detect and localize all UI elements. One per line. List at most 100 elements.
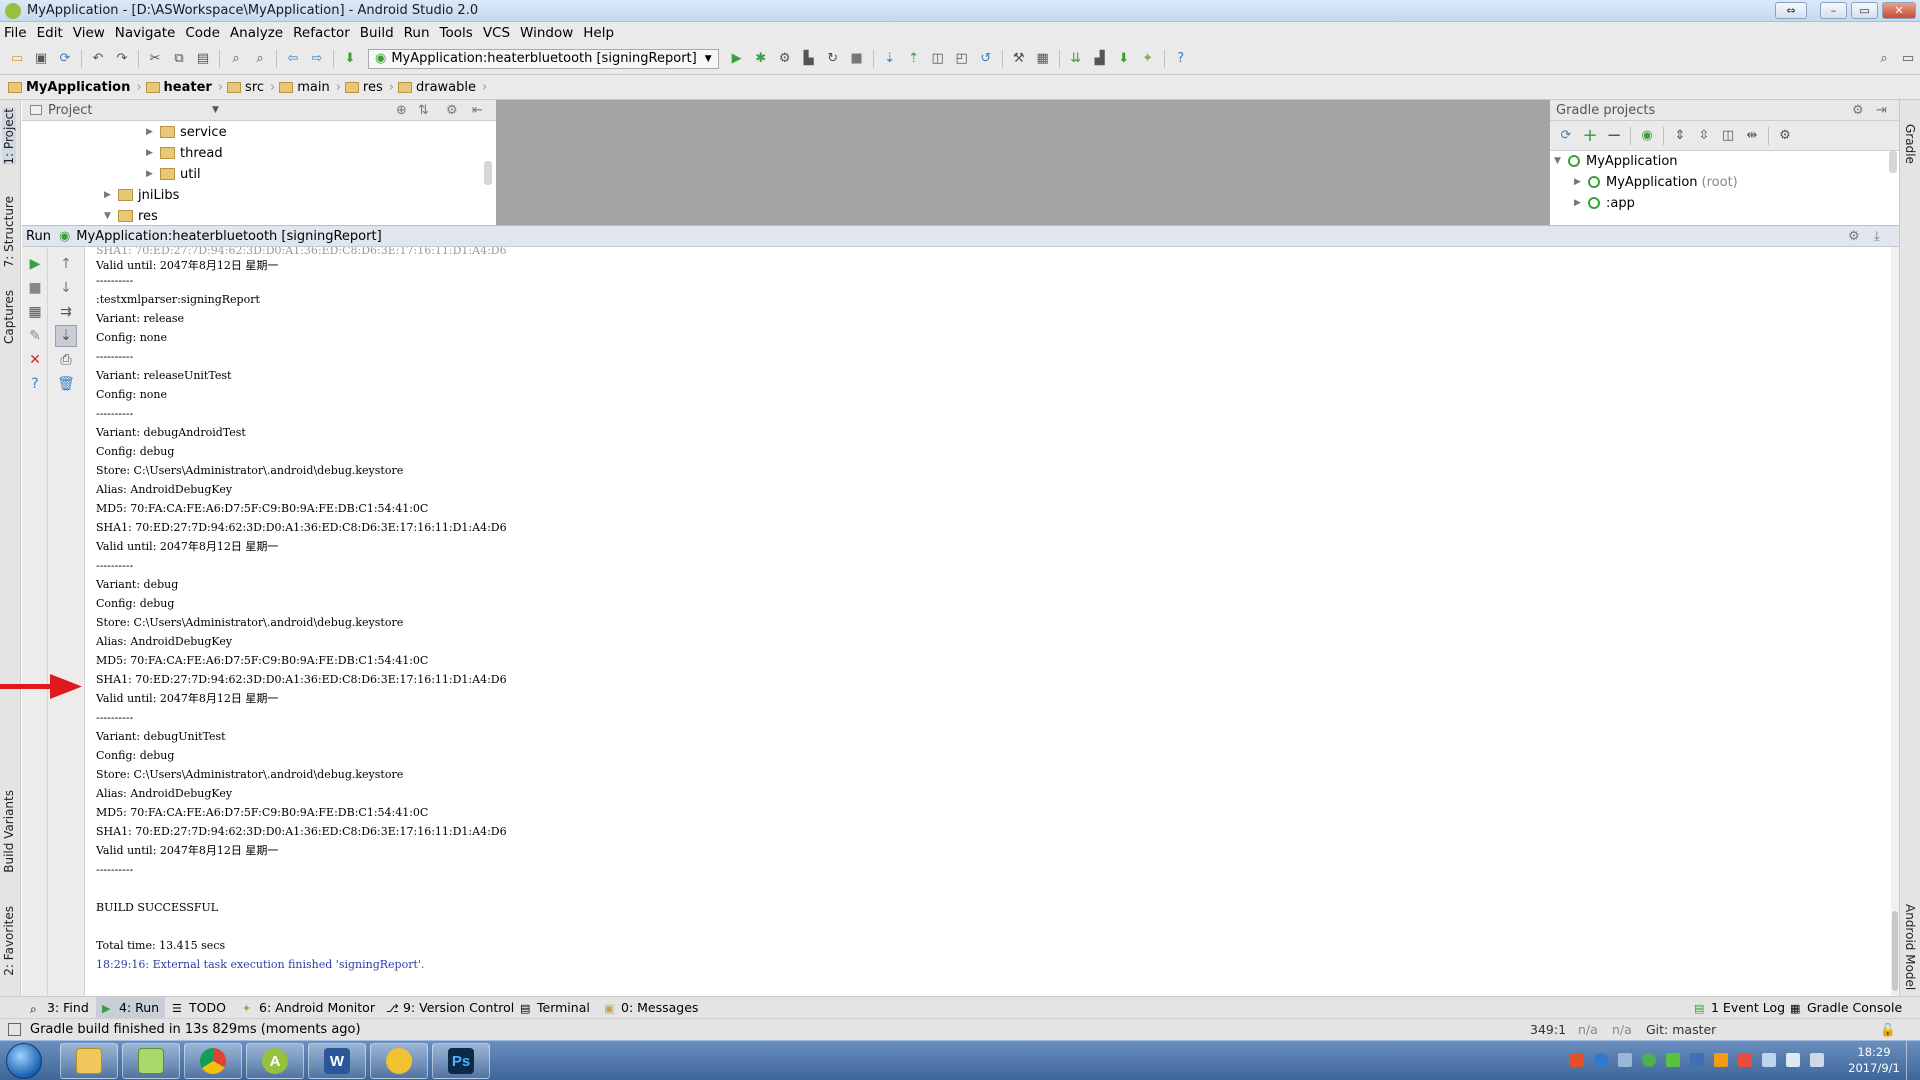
attach-debugger-icon[interactable]: ⚙ [776,50,794,68]
taskbar-notepad[interactable] [122,1043,180,1079]
breadcrumb-item-myapplication[interactable]: MyApplication › [8,80,142,95]
refresh-icon[interactable]: ⟳ [1557,127,1575,145]
tab-run[interactable]: ▶ 4: Run [96,997,166,1018]
hide-panel-icon[interactable]: ⤓ [1874,229,1880,244]
tab-structure[interactable]: 7: Structure [2,196,16,267]
tray-icon[interactable] [1642,1053,1656,1067]
tree-item-util[interactable]: ▶ util [146,164,201,184]
collapse-arrow-icon[interactable]: ▼ [1554,156,1568,166]
tab-messages[interactable]: ▣ 0: Messages [598,997,704,1018]
make-project-icon[interactable]: ⬇ [341,50,359,68]
menu-code[interactable]: Code [185,25,220,41]
restore-icon[interactable]: ⇔ [1775,2,1807,19]
gear-icon[interactable]: ⚙ [1848,229,1860,244]
hide-panel-icon[interactable]: ⇥ [1876,103,1887,118]
tree-item-thread[interactable]: ▶ thread [146,143,223,163]
hide-panel-icon[interactable]: ⇤ [472,103,483,118]
expand-arrow-icon[interactable]: ▶ [146,169,160,179]
breadcrumb-item-drawable[interactable]: drawable › [397,80,487,95]
rerun-icon[interactable]: ▶ [26,255,44,273]
gradle-sync-icon[interactable]: ⇊ [1067,50,1085,68]
gradle-item-root[interactable]: ▶ MyApplication (root) [1574,172,1738,192]
tray-icon[interactable] [1738,1053,1752,1067]
taskbar-explorer[interactable] [60,1043,118,1079]
help-icon[interactable]: ? [26,375,44,393]
vcs-revert-icon[interactable]: ↺ [977,50,995,68]
toggle-offline-icon[interactable]: ⇹ [1743,127,1761,145]
collapse-all-icon[interactable]: ⇅ [418,103,429,118]
expand-arrow-icon[interactable]: ▶ [1574,177,1588,187]
project-structure-icon[interactable]: ▦ [1034,50,1052,68]
tree-item-service[interactable]: ▶ service [146,122,227,142]
caret-position[interactable]: 349:1 [1530,1022,1566,1037]
scroll-from-source-icon[interactable]: ⊕ [396,103,407,118]
coverage-icon[interactable]: ▙ [800,50,818,68]
network-icon[interactable] [1762,1053,1776,1067]
execute-task-icon[interactable]: ◉ [1638,127,1656,145]
expand-all-icon[interactable]: ⇕ [1671,127,1689,145]
tab-android-model[interactable]: Android Model [1903,904,1917,990]
layout-icon[interactable]: ▭ [1899,50,1917,68]
tab-event-log[interactable]: ▤ 1 Event Log [1688,997,1791,1018]
collapse-all-icon[interactable]: ⇳ [1695,127,1713,145]
collapse-arrow-icon[interactable]: ▼ [104,211,118,221]
volume-icon[interactable] [1786,1053,1800,1067]
help-icon[interactable] [1594,1053,1608,1067]
show-desktop-button[interactable] [1906,1041,1920,1080]
expand-arrow-icon[interactable]: ▶ [146,148,160,158]
close-icon[interactable]: ✕ [26,351,44,369]
gradle-scrollbar[interactable] [1889,151,1897,173]
run-tab-title[interactable]: MyApplication:heaterbluetooth [signingRe… [76,229,381,244]
debug-icon[interactable]: ✱ [752,50,770,68]
help-icon[interactable]: ? [1172,50,1190,68]
console-output[interactable]: SHA1: 70:ED:27:7D:94:62:3D:D0:A1:36:ED:C… [86,247,1891,996]
tab-captures[interactable]: Captures [2,290,16,344]
add-icon[interactable]: + [1581,125,1599,146]
vcs-update-icon[interactable]: ⇣ [881,50,899,68]
tab-project[interactable]: 1: Project [2,108,16,165]
taskbar-word[interactable]: W [308,1043,366,1079]
close-button[interactable]: ✕ [1882,2,1916,19]
tool-window-toggle-icon[interactable] [8,1023,21,1036]
console-scrollbar[interactable] [1891,247,1899,996]
soft-wrap-icon[interactable]: ⇉ [57,303,75,321]
tab-find[interactable]: ⌕ 3: Find [24,997,95,1018]
attach-project-icon[interactable]: ◫ [1719,127,1737,145]
menu-build[interactable]: Build [360,25,394,41]
forward-icon[interactable]: ⇨ [308,50,326,68]
line-separator[interactable]: n/a [1578,1022,1598,1037]
menu-help[interactable]: Help [583,25,614,41]
vcs-history-icon[interactable]: ◰ [953,50,971,68]
tree-item-jnilibs[interactable]: ▶ jniLibs [104,185,179,205]
undo-icon[interactable]: ↶ [89,50,107,68]
breadcrumb-item-res[interactable]: res › [344,80,394,95]
tab-version-control[interactable]: ⎇ 9: Version Control [380,997,520,1018]
tray-icon[interactable] [1570,1053,1584,1067]
breadcrumb-item-heater[interactable]: heater › [145,80,223,95]
tree-item-res[interactable]: ▼ res [104,206,158,225]
gradle-settings-icon[interactable]: ⚙ [1776,127,1794,145]
stop-icon[interactable]: ■ [26,279,44,297]
run-icon[interactable]: ▶ [728,50,746,68]
tray-icon[interactable] [1690,1053,1704,1067]
taskbar-android-studio[interactable]: A [246,1043,304,1079]
vcs-compare-icon[interactable]: ◫ [929,50,947,68]
taskbar-chrome[interactable] [184,1043,242,1079]
menu-analyze[interactable]: Analyze [230,25,283,41]
minimize-button[interactable]: – [1820,2,1847,19]
open-folder-icon[interactable]: ▭ [8,50,26,68]
gear-icon[interactable]: ⚙ [1852,103,1864,118]
tab-terminal[interactable]: ▤ Terminal [514,997,596,1018]
stop-icon[interactable]: ■ [848,50,866,68]
status-message[interactable]: Gradle build finished in 13s 829ms (mome… [30,1022,361,1037]
trash-icon[interactable]: 🗑 [57,375,75,393]
tab-favorites[interactable]: 2: Favorites [2,906,16,976]
find-icon[interactable]: ⌕ [227,50,245,68]
android-device-monitor-icon[interactable]: ✦ [1139,50,1157,68]
paste-icon[interactable]: ▤ [194,50,212,68]
rerun-icon[interactable]: ↻ [824,50,842,68]
menu-navigate[interactable]: Navigate [115,25,176,41]
gradle-item-myapplication[interactable]: ▼ MyApplication [1554,151,1678,171]
chevron-down-icon[interactable]: ▼ [212,105,219,115]
sync-icon[interactable]: ⟳ [56,50,74,68]
